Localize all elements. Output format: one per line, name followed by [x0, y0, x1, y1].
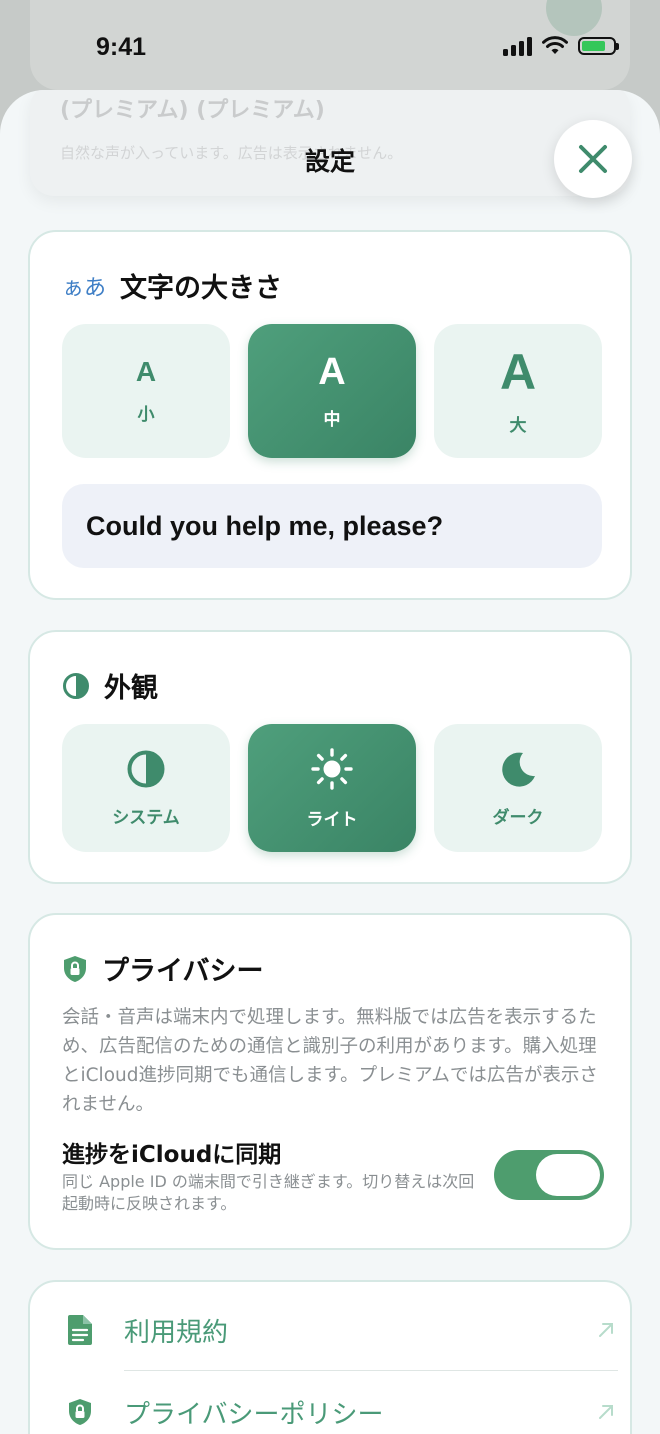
half-circle-icon	[127, 750, 165, 787]
privacy-policy-link[interactable]: プライバシーポリシー	[62, 1370, 618, 1434]
privacy-policy-link-label: プライバシーポリシー	[124, 1399, 384, 1430]
text-size-large-button[interactable]: A 大	[434, 324, 602, 458]
appearance-system-button[interactable]: システム	[62, 724, 230, 852]
privacy-description: 会話・音声は端末内で処理します。無料版では広告を表示するため、広告配信のための通…	[62, 1007, 598, 1115]
status-bar: 9:41	[0, 0, 660, 96]
appearance-light-label: ライト	[306, 809, 358, 830]
settings-sheet: (プレミアム) (プレミアム) 自然な声が入っています。広告は表示されません。 …	[0, 90, 660, 1434]
privacy-card: プライバシー 会話・音声は端末内で処理します。無料版では広告を表示するため、広告…	[28, 913, 632, 1250]
privacy-header: プライバシー	[62, 949, 263, 988]
text-size-medium-button[interactable]: A 中	[248, 324, 416, 458]
background-card-title: (プレミアム) (プレミアム)	[60, 98, 325, 123]
text-size-card: ぁあ 文字の大きさ A 小 A 中 A 大 Could you help me,…	[28, 230, 632, 600]
appearance-header: 外観	[62, 666, 158, 705]
appearance-dark-button[interactable]: ダーク	[434, 724, 602, 852]
toggle-knob	[536, 1154, 600, 1196]
cellular-signal-icon	[503, 36, 532, 56]
text-size-large-label: 大	[509, 415, 527, 436]
text-size-small-label: 小	[137, 404, 155, 425]
icloud-sync-description: 同じ Apple ID の端末間で引き継ぎます。切り替えは次回起動時に反映されま…	[62, 1172, 475, 1213]
lock-shield-icon	[69, 1399, 91, 1425]
icloud-sync-title: 進捗をiCloudに同期	[62, 1142, 282, 1168]
document-icon	[68, 1315, 92, 1345]
status-time: 9:41	[96, 33, 147, 61]
close-button[interactable]	[554, 120, 632, 198]
text-size-small-button[interactable]: A 小	[62, 324, 230, 458]
appearance-dark-label: ダーク	[492, 807, 544, 828]
external-link-icon	[599, 1323, 613, 1337]
icloud-sync-toggle[interactable]	[494, 1150, 604, 1200]
privacy-title: プライバシー	[102, 956, 264, 987]
text-size-title: 文字の大きさ	[120, 273, 283, 304]
text-size-sample: Could you help me, please?	[62, 484, 602, 568]
sun-icon	[311, 747, 353, 790]
wifi-icon	[542, 36, 568, 54]
appearance-system-label: システム	[112, 807, 180, 828]
terms-link-label: 利用規約	[124, 1317, 229, 1348]
terms-link[interactable]: 利用規約	[62, 1288, 618, 1372]
text-size-medium-glyph: A	[318, 350, 346, 393]
external-link-icon	[599, 1405, 613, 1419]
appearance-light-button[interactable]: ライト	[248, 724, 416, 852]
text-size-small-glyph: A	[135, 355, 157, 387]
text-size-header: ぁあ 文字の大きさ	[62, 266, 282, 305]
battery-icon	[578, 37, 619, 55]
lock-shield-icon	[64, 955, 86, 982]
text-size-medium-label: 中	[323, 409, 341, 430]
appearance-card: 外観 システム ライト ダーク	[28, 630, 632, 884]
appearance-title: 外観	[104, 673, 158, 704]
half-circle-icon	[63, 672, 89, 699]
links-card: 利用規約 プライバシーポリシー	[28, 1280, 632, 1434]
moon-icon	[502, 752, 535, 787]
text-size-icon: ぁあ	[62, 275, 107, 301]
text-size-large-glyph: A	[499, 343, 537, 400]
status-icons	[503, 36, 619, 56]
close-icon	[579, 145, 607, 173]
